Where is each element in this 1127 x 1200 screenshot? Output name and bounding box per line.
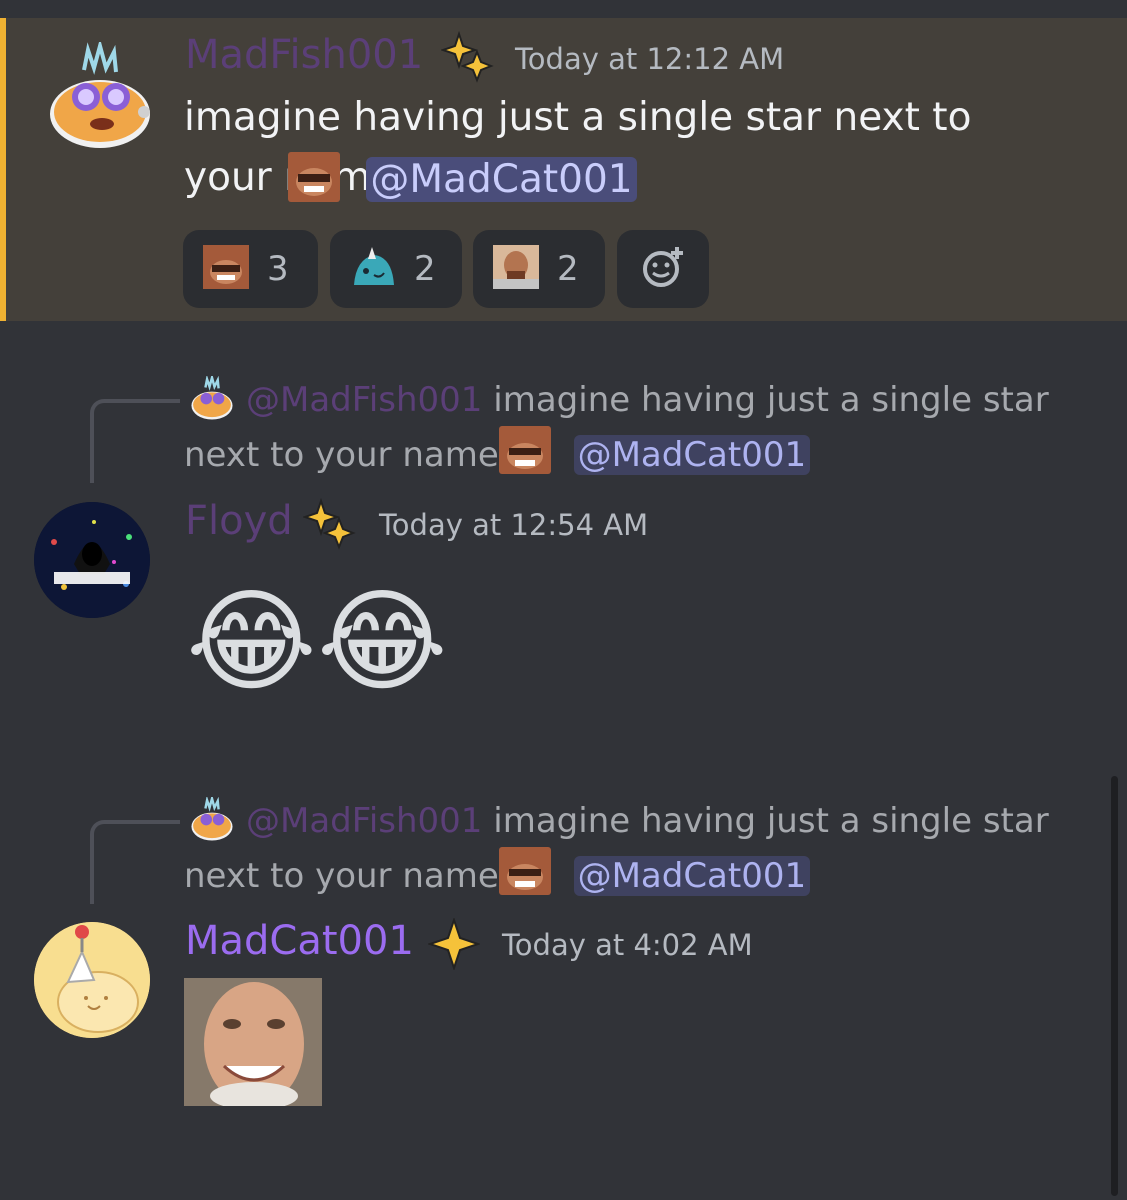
reply-mention[interactable]: @MadCat001	[573, 856, 811, 896]
sparkle-badge-icon	[439, 30, 495, 88]
laughing-man-emoji-icon	[498, 847, 551, 895]
reply-text-line2: next to your name	[184, 856, 499, 896]
add-reaction-button[interactable]	[617, 230, 709, 308]
sparkle-badge-icon	[426, 916, 482, 974]
thinking-man-emoji-icon	[493, 245, 539, 293]
laughing-man-emoji-icon	[498, 426, 551, 474]
reply-preview-line2[interactable]: next to your name @MadCat001	[184, 426, 811, 481]
scrollbar[interactable]	[1111, 776, 1118, 1196]
reply-username[interactable]: @MadFish001	[246, 380, 482, 420]
reply-text-line2: next to your name	[184, 435, 499, 475]
reaction-thinking-man[interactable]: 2	[473, 230, 605, 308]
reaction-teal-creature[interactable]: 2	[330, 230, 462, 308]
laughing-man-emoji-icon	[288, 152, 340, 202]
username-madfish[interactable]: MadFish001	[185, 32, 423, 78]
reply-connector	[90, 820, 180, 904]
reaction-count: 2	[414, 249, 436, 289]
mention-highlight-bar	[0, 18, 6, 321]
teal-creature-emoji-icon	[350, 245, 396, 293]
madfish-avatar[interactable]	[44, 38, 156, 154]
jumbo-emoji-message: 😂😂	[186, 578, 448, 706]
username-floyd[interactable]: Floyd	[185, 498, 293, 544]
smiling-old-man-image[interactable]	[184, 978, 322, 1106]
laughing-man-emoji-icon	[203, 245, 249, 293]
reply-mention[interactable]: @MadCat001	[573, 435, 811, 475]
reaction-laughing-man[interactable]: 3	[183, 230, 318, 308]
reaction-count: 2	[557, 249, 579, 289]
reply-connector	[90, 399, 180, 483]
mention-madcat[interactable]: @MadCat001	[366, 157, 637, 202]
madcat-avatar[interactable]	[34, 922, 150, 1038]
reply-preview-line2[interactable]: next to your name @MadCat001	[184, 847, 811, 902]
reply-username[interactable]: @MadFish001	[246, 801, 482, 841]
timestamp: Today at 4:02 AM	[502, 928, 753, 962]
tears-of-joy-emoji: 😂	[316, 577, 448, 707]
floyd-avatar[interactable]	[34, 502, 150, 618]
timestamp: Today at 12:12 AM	[515, 42, 785, 76]
reply-text-line1: imagine having just a single star	[493, 801, 1049, 841]
username-madcat[interactable]: MadCat001	[185, 918, 414, 964]
tears-of-joy-emoji: 😂	[186, 577, 317, 707]
add-reaction-icon	[641, 245, 685, 293]
reply-text-line1: imagine having just a single star	[493, 380, 1049, 420]
reply-preview[interactable]: @MadFish001 imagine having just a single…	[184, 374, 1084, 426]
top-strip	[0, 0, 1127, 18]
message-content-line2: @MadCat001	[184, 150, 637, 210]
sparkle-badge-icon	[301, 497, 357, 555]
reply-preview[interactable]: @MadFish001 imagine having just a single…	[184, 795, 1084, 847]
reaction-count: 3	[267, 249, 289, 289]
timestamp: Today at 12:54 AM	[379, 508, 649, 542]
